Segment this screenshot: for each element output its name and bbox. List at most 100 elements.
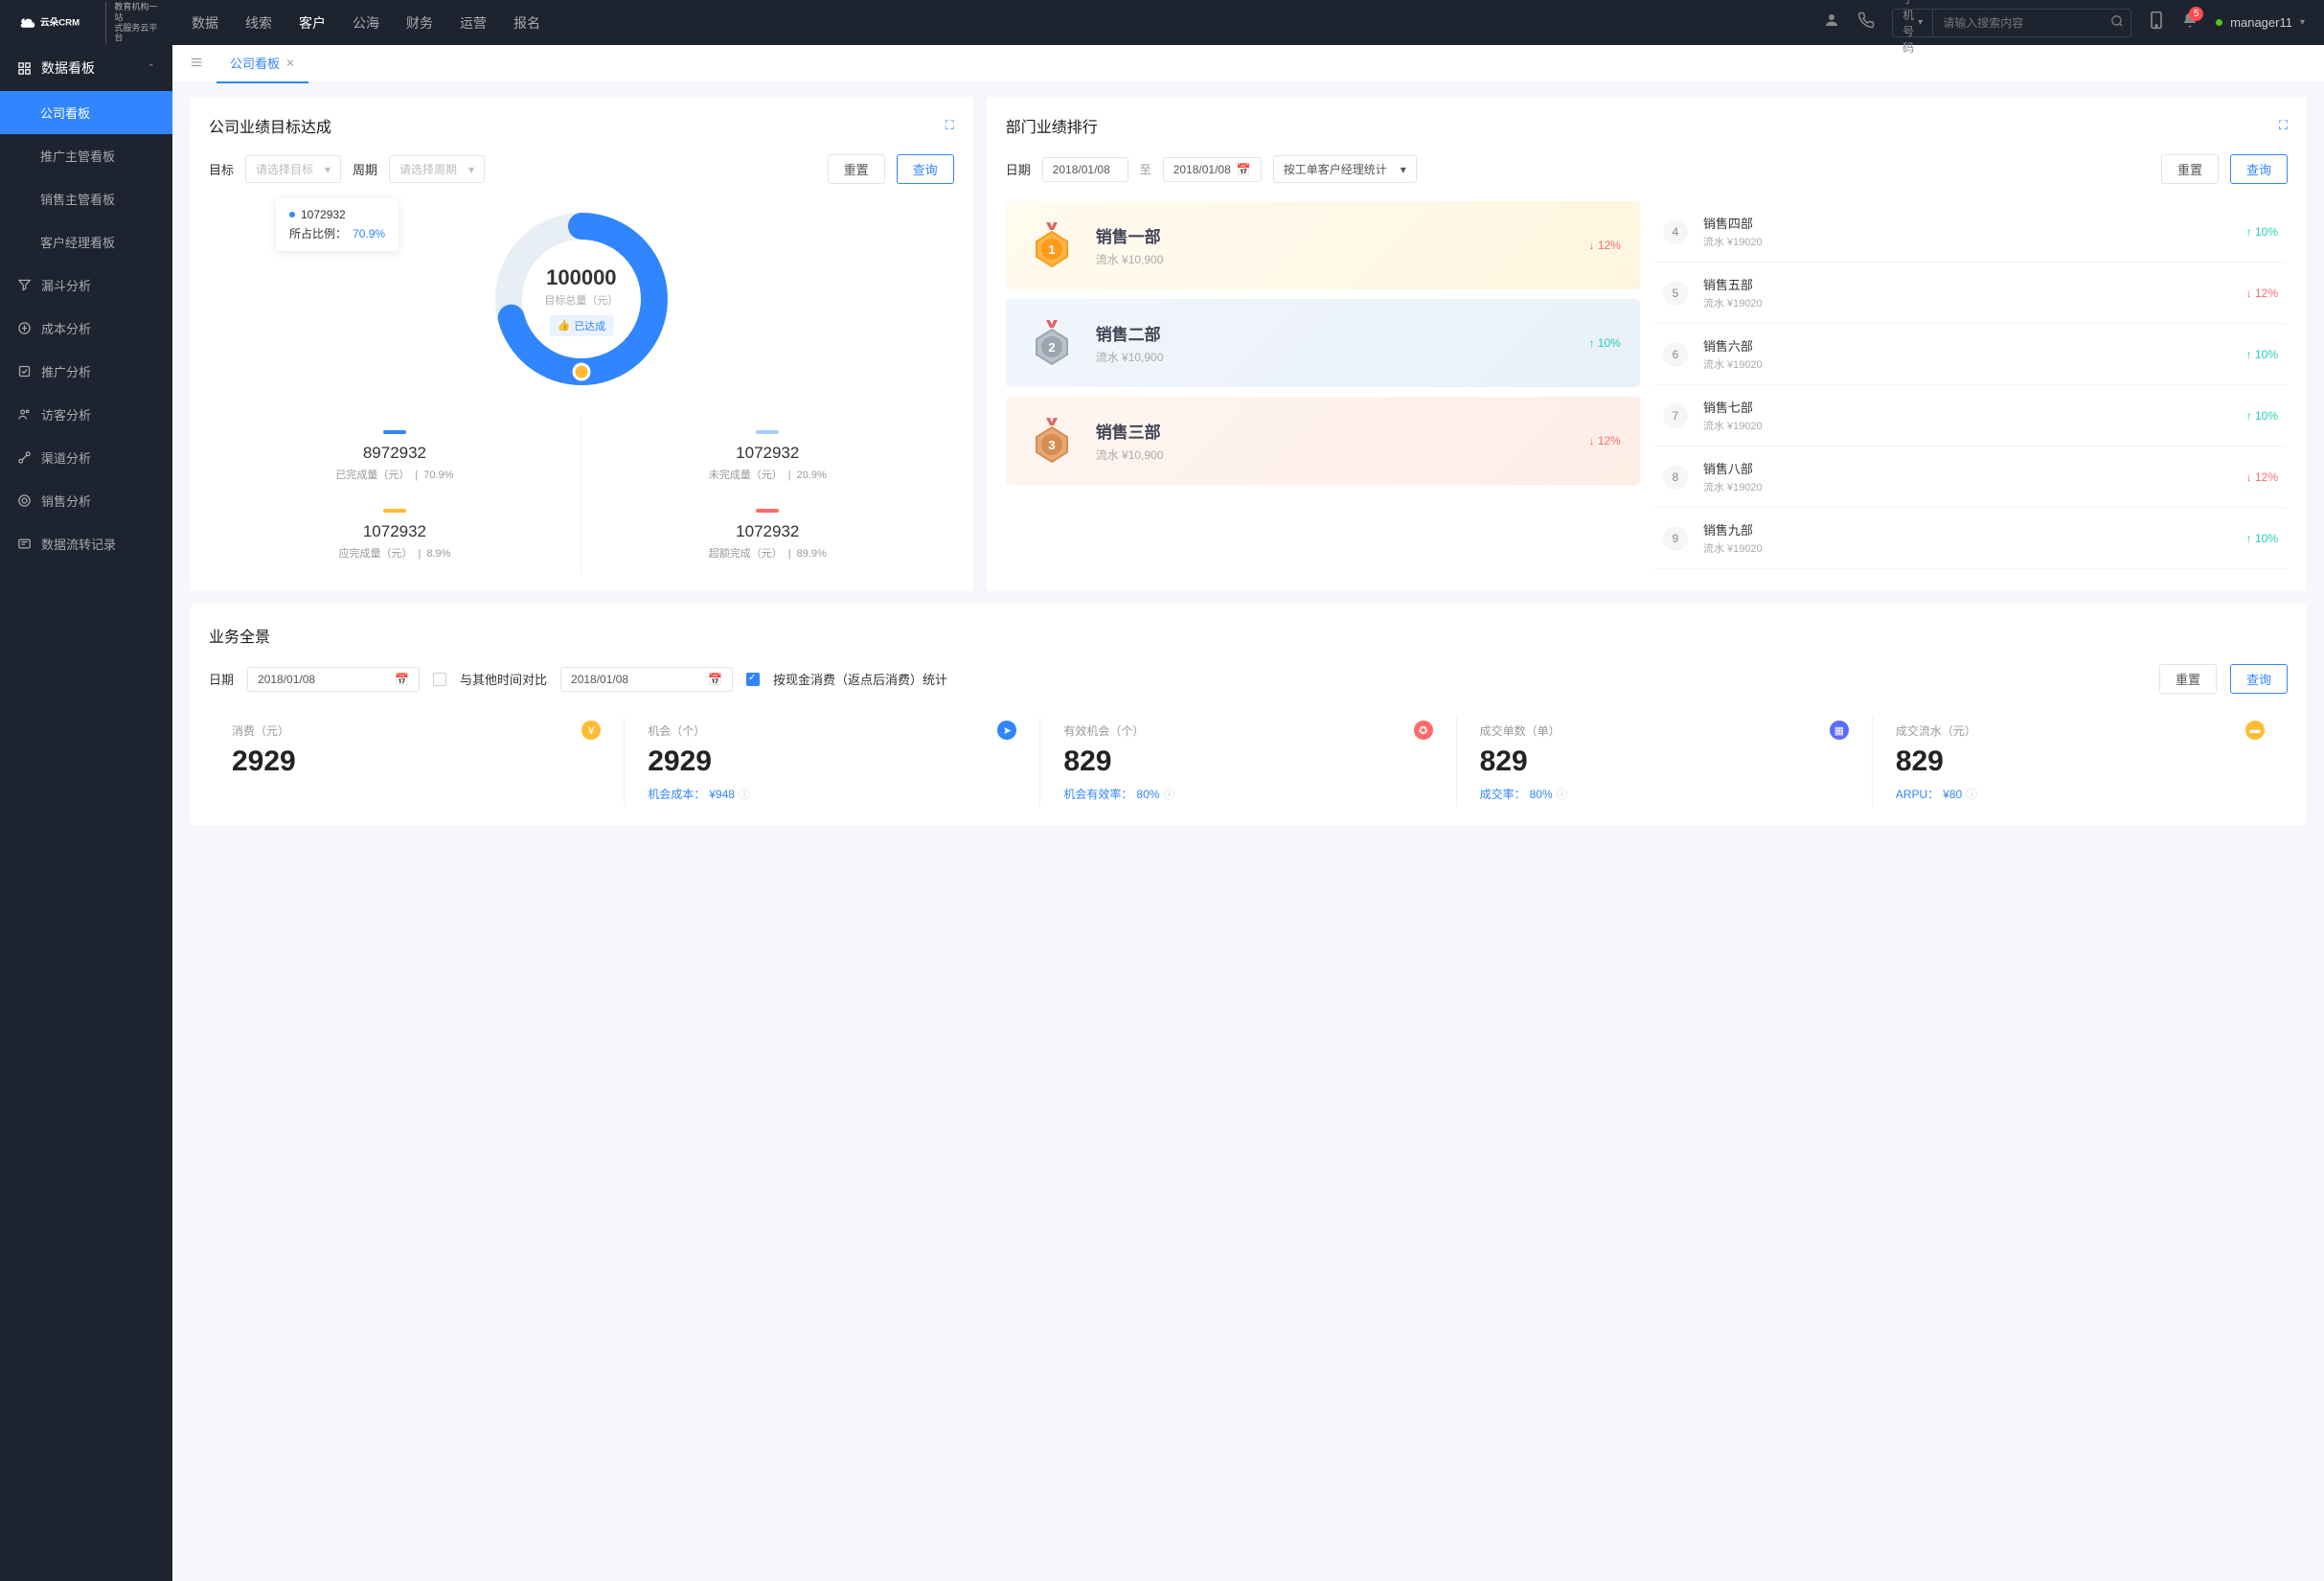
panel-ranking: 部门业绩排行 ⛶ 日期 2018/01/08 至 2018/01/08📅 按工单… xyxy=(987,97,2307,591)
sidebar-item[interactable]: 渠道分析 xyxy=(0,436,172,479)
sidebar-sub-item[interactable]: 公司看板 xyxy=(0,91,172,134)
donut-value: 100000 xyxy=(544,265,618,290)
select-period[interactable]: 请选择周期▾ xyxy=(389,155,485,183)
kpi-card: 机会（个）➤2929机会成本：¥948ⓘ xyxy=(625,717,1040,806)
tab-company-dashboard[interactable]: 公司看板 ✕ xyxy=(216,45,308,83)
rank-card[interactable]: 2销售二部流水 ¥10,900↑ 10% xyxy=(1006,299,1640,387)
rank-row[interactable]: 7销售七部流水 ¥19020↑ 10% xyxy=(1653,385,2288,447)
channel-icon xyxy=(17,450,32,465)
donut-tooltip: 1072932 所占比例：70.9% xyxy=(276,198,399,251)
panel-business: 业务全景 日期 2018/01/08📅 与其他时间对比 2018/01/08📅 … xyxy=(190,605,2307,825)
reset-button[interactable]: 重置 xyxy=(828,154,885,184)
date-to[interactable]: 2018/01/08📅 xyxy=(1163,157,1262,182)
sidebar-sub-item[interactable]: 推广主管看板 xyxy=(0,134,172,177)
metric-cell: 8972932已完成量（元）|70.9% xyxy=(209,417,581,495)
kpi-card: 成交单数（单）▦829成交率：80%ⓘ xyxy=(1457,717,1873,806)
biz-date-2[interactable]: 2018/01/08📅 xyxy=(560,667,733,692)
phone-icon[interactable] xyxy=(1857,11,1875,34)
expand-icon[interactable]: ⛶ xyxy=(2279,118,2288,133)
select-stat-mode[interactable]: 按工单客户经理统计▾ xyxy=(1273,155,1417,183)
checkbox-cash[interactable] xyxy=(746,673,760,686)
sidebar-sub-item[interactable]: 销售主管看板 xyxy=(0,177,172,220)
rank-card[interactable]: 3销售三部流水 ¥10,900↓ 12% xyxy=(1006,397,1640,485)
logo-icon: 云朵CRM xyxy=(19,13,98,33)
user-menu[interactable]: manager11 ▾ xyxy=(2216,15,2305,30)
panel-title-goal: 公司业绩目标达成 xyxy=(209,114,331,137)
thumbs-up-icon: 👍 xyxy=(557,319,570,332)
notif-badge: 5 xyxy=(2189,7,2203,21)
label-target: 目标 xyxy=(209,160,234,178)
chevron-down-icon: ▾ xyxy=(2300,17,2305,28)
sidebar-item[interactable]: 访客分析 xyxy=(0,393,172,436)
mobile-icon[interactable] xyxy=(2149,11,2164,34)
search-box: 手机号码 ▾ xyxy=(1892,9,2131,37)
select-target[interactable]: 请选择目标▾ xyxy=(245,155,341,183)
expand-icon[interactable]: ⛶ xyxy=(946,118,954,133)
search-icon[interactable] xyxy=(2101,14,2133,31)
panel-goal: 公司业绩目标达成 ⛶ 目标 请选择目标▾ 周期 请选择周期▾ 重置 查询 107… xyxy=(190,97,973,591)
top-nav-item[interactable]: 数据 xyxy=(192,13,218,33)
metric-grid: 8972932已完成量（元）|70.9%1072932未完成量（元）|20.9%… xyxy=(209,417,954,574)
search-input[interactable] xyxy=(1933,16,2101,30)
kpi-card: 成交流水（元）▬829ARPU：¥80ⓘ xyxy=(1873,717,2288,806)
svg-text:2: 2 xyxy=(1048,340,1055,355)
checkbox-compare[interactable] xyxy=(433,673,446,686)
biz-date-1[interactable]: 2018/01/08📅 xyxy=(247,667,420,692)
medal-icon: 2 xyxy=(1025,316,1079,370)
kpi-icon: ✪ xyxy=(1414,721,1433,740)
rank-row[interactable]: 9销售九部流水 ¥19020↑ 10% xyxy=(1653,508,2288,569)
rank-row[interactable]: 4销售四部流水 ¥19020↑ 10% xyxy=(1653,201,2288,263)
tab-menu-icon[interactable] xyxy=(182,56,211,72)
bell-icon[interactable]: 5 xyxy=(2181,11,2199,34)
metric-cell: 1072932应完成量（元）|8.9% xyxy=(209,495,581,574)
sidebar-group-dashboard[interactable]: 数据看板 ⌃ xyxy=(0,45,172,91)
top-nav-item[interactable]: 公海 xyxy=(353,13,379,33)
reset-button[interactable]: 重置 xyxy=(2159,664,2217,694)
search-type-select[interactable]: 手机号码 ▾ xyxy=(1893,10,1933,36)
kpi-icon: ➤ xyxy=(997,721,1016,740)
query-button[interactable]: 查询 xyxy=(897,154,954,184)
label-date: 日期 xyxy=(1006,160,1031,178)
close-icon[interactable]: ✕ xyxy=(285,57,295,70)
rank-list: 4销售四部流水 ¥19020↑ 10%5销售五部流水 ¥19020↓ 12%6销… xyxy=(1653,201,2288,569)
rank-number: 7 xyxy=(1663,403,1688,428)
user-icon[interactable] xyxy=(1823,11,1840,34)
calendar-icon: 📅 xyxy=(395,673,409,686)
rank-row[interactable]: 8销售八部流水 ¥19020↓ 12% xyxy=(1653,447,2288,508)
sidebar-sub-item[interactable]: 客户经理看板 xyxy=(0,220,172,264)
funnel-icon xyxy=(17,278,32,292)
query-button[interactable]: 查询 xyxy=(2230,154,2288,184)
tab-bar: 公司看板 ✕ xyxy=(172,45,2324,83)
metric-cell: 1072932超额完成（元）|89.9% xyxy=(581,495,954,574)
help-icon[interactable]: ⓘ xyxy=(1557,786,1568,802)
calendar-icon: 📅 xyxy=(708,673,722,686)
sidebar-item[interactable]: 推广分析 xyxy=(0,350,172,393)
help-icon[interactable]: ⓘ xyxy=(1163,786,1174,802)
top-nav-item[interactable]: 财务 xyxy=(406,13,433,33)
kpi-icon: ▦ xyxy=(1830,721,1849,740)
top-nav-item[interactable]: 报名 xyxy=(513,13,540,33)
sidebar-item[interactable]: 成本分析 xyxy=(0,307,172,350)
query-button[interactable]: 查询 xyxy=(2230,664,2288,694)
top-nav-item[interactable]: 客户 xyxy=(299,13,326,33)
top-nav-item[interactable]: 线索 xyxy=(245,13,272,33)
sidebar-item[interactable]: 销售分析 xyxy=(0,479,172,522)
rank-card[interactable]: 1销售一部流水 ¥10,900↓ 12% xyxy=(1006,201,1640,289)
rank-number: 9 xyxy=(1663,526,1688,551)
kpi-card: 有效机会（个）✪829机会有效率：80%ⓘ xyxy=(1040,717,1456,806)
label-date: 日期 xyxy=(209,670,234,688)
rank-number: 8 xyxy=(1663,465,1688,490)
help-icon[interactable]: ⓘ xyxy=(739,786,750,802)
rank-row[interactable]: 5销售五部流水 ¥19020↓ 12% xyxy=(1653,263,2288,324)
donut-badge: 👍 已达成 xyxy=(549,315,613,336)
kpi-icon: ￥ xyxy=(581,721,601,740)
reset-button[interactable]: 重置 xyxy=(2161,154,2219,184)
logo[interactable]: 云朵CRM 教育机构一站 式服务云平台 xyxy=(19,2,163,43)
rank-row[interactable]: 6销售六部流水 ¥19020↑ 10% xyxy=(1653,324,2288,385)
sidebar-item[interactable]: 数据流转记录 xyxy=(0,522,172,565)
main-content: 公司看板 ✕ 公司业绩目标达成 ⛶ 目标 请选择目标▾ 周期 请选择周期▾ 重置… xyxy=(172,45,2324,1581)
sidebar-item[interactable]: 漏斗分析 xyxy=(0,264,172,307)
date-from[interactable]: 2018/01/08 xyxy=(1042,157,1128,182)
top-nav-item[interactable]: 运营 xyxy=(460,13,487,33)
help-icon[interactable]: ⓘ xyxy=(1966,786,1977,802)
